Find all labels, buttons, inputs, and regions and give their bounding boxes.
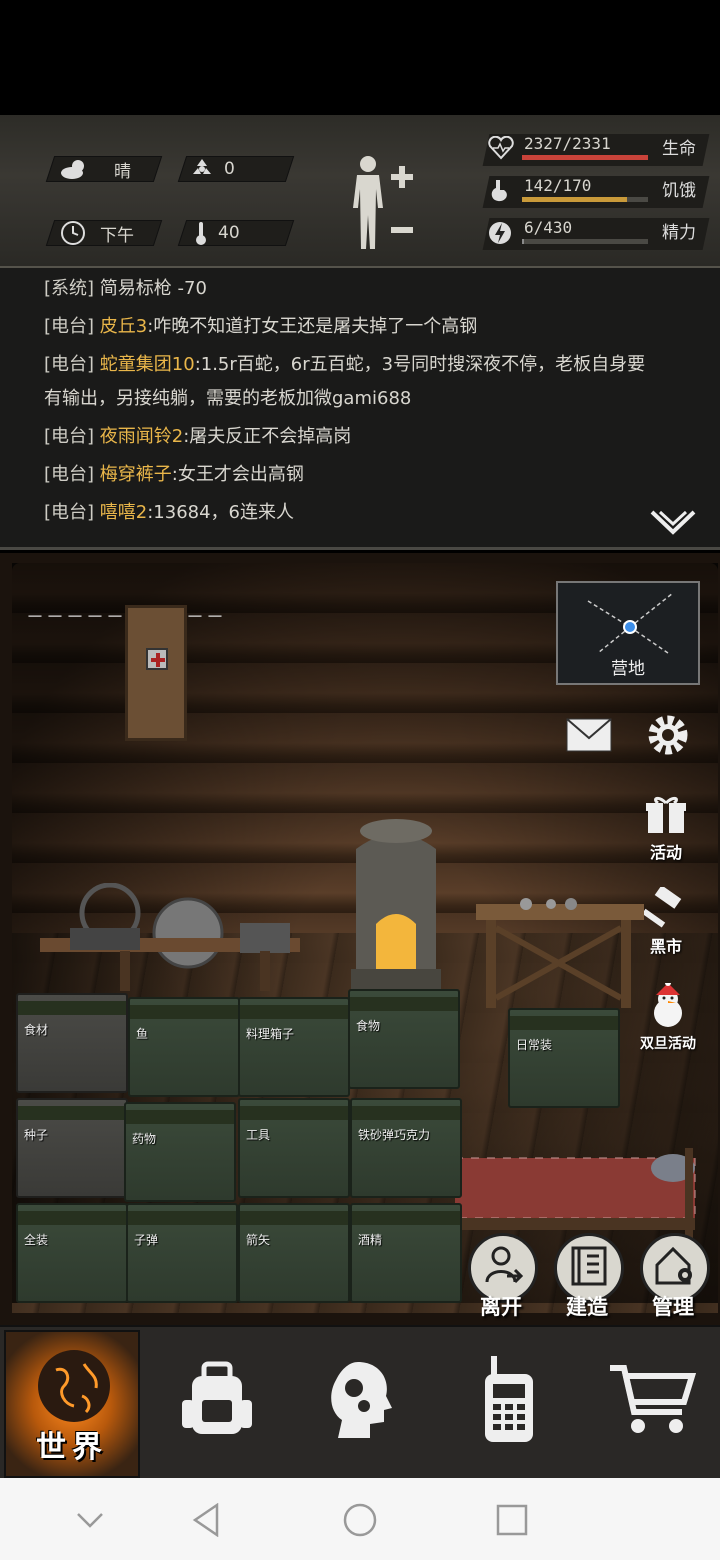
storage-crate-medicine[interactable]: 药物 [124,1102,236,1202]
furnace[interactable] [336,819,456,1003]
minus-icon[interactable] [390,220,414,239]
energy-stat: 6/430 精力 [482,214,710,252]
time-text: 下午 [100,225,134,246]
build-label: 建造 [566,1295,608,1319]
storage-crate-alcohol[interactable]: 酒精 [350,1203,462,1303]
nav-shop-tab[interactable] [596,1347,706,1457]
work-table[interactable] [476,898,644,1012]
storage-crate-cooking[interactable]: 料理箱子 [238,997,350,1097]
storage-crate-bullets[interactable]: 子弹 [126,1203,238,1303]
walkie-talkie-icon [477,1354,541,1450]
mail-icon[interactable] [566,718,612,756]
energy-label: 精力 [662,223,696,243]
health-bar [522,155,648,160]
person-exit-icon [481,1244,525,1292]
log-line: [电台] 梅穿裤子:女王才会出高钢 [44,464,304,485]
storage-crate-arrows[interactable]: 箭矢 [238,1203,350,1303]
snowman-icon [644,980,692,1033]
storage-crate-food-ingredients[interactable]: 食材 [16,993,128,1093]
clock-icon [60,220,86,246]
log-line: [电台] 嘻嘻2:13684，6连来人 [44,502,295,523]
recents-square-icon[interactable] [492,1500,532,1540]
camp-minimap[interactable]: 营地 [556,581,700,685]
cabin-scene: －－－－－－－－－－ [0,553,720,1325]
weather-text: 晴 [114,161,131,182]
home-circle-icon[interactable] [340,1500,380,1540]
house-gear-icon [653,1245,697,1291]
radiation-icon [190,157,214,181]
medicine-cabinet[interactable] [125,605,187,741]
holiday-event-button[interactable]: 双旦活动 [640,980,696,1053]
message-log[interactable]: [系统] 简易标枪 -70 [电台] 皮丘3:咋晚不知道打女王还是屠夫掉了一个高… [0,268,720,550]
plus-icon[interactable] [390,165,414,193]
globe-icon [34,1346,114,1430]
storage-crate-food[interactable]: 食物 [348,989,460,1089]
building-icon [569,1244,609,1292]
storage-crate-full-gear[interactable]: 全装 [16,1203,128,1303]
log-line: [电台] 蛇童集团10:1.5r百蛇，6r五百蛇，3号同时搜深夜不停，老板自身要 [44,354,646,375]
temperature-indicator: 40 [194,220,240,246]
gavel-icon [642,885,688,933]
back-triangle-icon[interactable] [186,1500,226,1540]
thermometer-icon [194,220,208,246]
heart-icon [488,135,514,164]
stomach-icon [488,178,512,208]
health-label: 生命 [662,139,696,159]
temperature-value: 40 [218,223,240,243]
time-indicator: 下午 [60,220,134,246]
bottom-nav: 世界 [0,1325,720,1478]
energy-bar [522,239,524,244]
backpack-icon [178,1360,256,1444]
radiation-indicator: 0 [190,156,235,182]
cloud-sun-icon [60,158,90,180]
first-aid-icon [146,648,168,670]
log-line-continued: 有输出，另接纯躺，需要的老板加微gami688 [44,388,412,409]
shopping-cart-icon [606,1362,697,1442]
hunger-stat: 142/170 饥饿 [482,172,710,210]
storage-crate-daily-gear[interactable]: 日常装 [508,1008,620,1108]
gift-icon [644,795,688,839]
health-stat: 2327/2331 生命 [482,130,710,168]
head-gears-icon [322,1358,400,1446]
activity-button[interactable]: 活动 [644,795,688,863]
hunger-bar [522,197,628,202]
manage-label: 管理 [652,1295,694,1319]
leave-label: 离开 [480,1295,522,1319]
hunger-value: 142/170 [524,176,592,195]
nav-world-tab[interactable]: 世界 [4,1330,140,1478]
minimap-label: 营地 [611,659,645,679]
android-system-nav [0,1478,720,1560]
nav-backpack-tab[interactable] [162,1347,272,1457]
energy-value: 6/430 [524,218,573,237]
storage-crate-ammo-chocolate[interactable]: 铁砂弹巧克力 [350,1098,462,1198]
nav-radio-tab[interactable] [454,1347,564,1457]
log-line: [系统] 简易标枪 -70 [44,278,207,299]
nav-world-label: 世界 [36,1430,108,1465]
storage-crate-fish[interactable]: 鱼 [128,997,240,1097]
health-value: 2327/2331 [524,134,611,153]
workbench[interactable] [40,882,310,997]
log-line: [电台] 皮丘3:咋晚不知道打女王还是屠夫掉了一个高钢 [44,316,478,337]
bed[interactable] [454,1148,705,1247]
radiation-value: 0 [224,159,235,179]
storage-crate-seeds[interactable]: 种子 [16,1098,128,1198]
weather-indicator: 晴 [60,156,131,182]
gear-icon[interactable] [644,711,692,763]
status-panel: 晴 0 下午 40 2327/2331 生命 142/170 饥饿 6/430 … [0,115,720,268]
black-market-button[interactable]: 黑市 [642,885,688,957]
chevron-down-icon[interactable] [70,1500,110,1540]
log-line: [电台] 夜雨闻铃2:屠夫反正不会掉高岗 [44,426,352,447]
lightning-icon [488,220,512,250]
storage-crate-tools[interactable]: 工具 [238,1098,350,1198]
map-route-icon [587,592,674,654]
nav-skills-tab[interactable] [306,1347,416,1457]
expand-log-chevron-icon[interactable] [650,508,696,542]
top-blank-area [0,0,720,115]
hunger-label: 饥饿 [662,181,696,201]
